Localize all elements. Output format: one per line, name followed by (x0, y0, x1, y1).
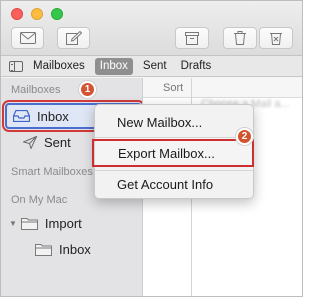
minimize-window-button[interactable] (31, 8, 43, 20)
context-menu: New Mailbox... Export Mailbox... Get Acc… (92, 104, 254, 199)
smart-mailboxes-header: Smart Mailboxes (11, 166, 93, 178)
delete-button[interactable] (223, 27, 257, 49)
menu-separator (95, 137, 253, 138)
folder-icon (20, 217, 38, 230)
sidebar-item-label: Inbox (37, 108, 69, 124)
folder-icon (35, 243, 52, 256)
compose-button[interactable] (57, 27, 90, 49)
close-window-button[interactable] (11, 8, 23, 20)
sort-label[interactable]: Sort (163, 82, 183, 94)
menu-item-new-mailbox[interactable]: New Mailbox... (95, 110, 253, 134)
sort-bar[interactable]: Sort (143, 78, 302, 98)
fav-inbox[interactable]: Inbox (94, 57, 133, 75)
trash-icon (234, 31, 246, 45)
fav-drafts[interactable]: Drafts (177, 58, 216, 75)
step-badge-2: 2 (236, 128, 253, 145)
inbox-tray-icon (13, 110, 30, 122)
junk-icon (270, 33, 282, 45)
mail-window: Mailboxes Inbox Sent Drafts Mailboxes In… (0, 0, 303, 297)
sidebar-item-label: Sent (44, 134, 71, 150)
sidebar-item-import[interactable]: ▼ Import (1, 211, 142, 235)
fav-mailboxes[interactable]: Mailboxes (29, 58, 89, 75)
fav-sent[interactable]: Sent (139, 58, 171, 75)
favorites-bar: Mailboxes Inbox Sent Drafts (1, 56, 302, 77)
junk-button[interactable] (259, 27, 293, 49)
sidebar-item-label: Inbox (59, 241, 91, 257)
toolbar (1, 1, 302, 56)
disclosure-triangle-icon[interactable]: ▼ (9, 219, 17, 228)
step-badge-1: 1 (79, 81, 96, 98)
zoom-window-button[interactable] (51, 8, 63, 20)
get-mail-button[interactable] (11, 27, 44, 49)
menu-separator (95, 170, 253, 171)
paper-plane-icon (23, 135, 37, 149)
sidebar-toggle-icon[interactable] (9, 60, 23, 72)
on-my-mac-header: On My Mac (11, 194, 68, 206)
archive-button[interactable] (175, 27, 209, 49)
archive-icon (185, 31, 199, 45)
mailboxes-header: Mailboxes (11, 84, 61, 96)
compose-icon (65, 31, 82, 45)
sidebar-item-label: Import (44, 215, 82, 231)
envelope-icon (19, 32, 36, 44)
menu-item-export-mailbox[interactable]: Export Mailbox... (92, 139, 254, 167)
sidebar-item-import-inbox[interactable]: Inbox (1, 237, 142, 261)
menu-item-get-account-info[interactable]: Get Account Info (95, 172, 253, 196)
